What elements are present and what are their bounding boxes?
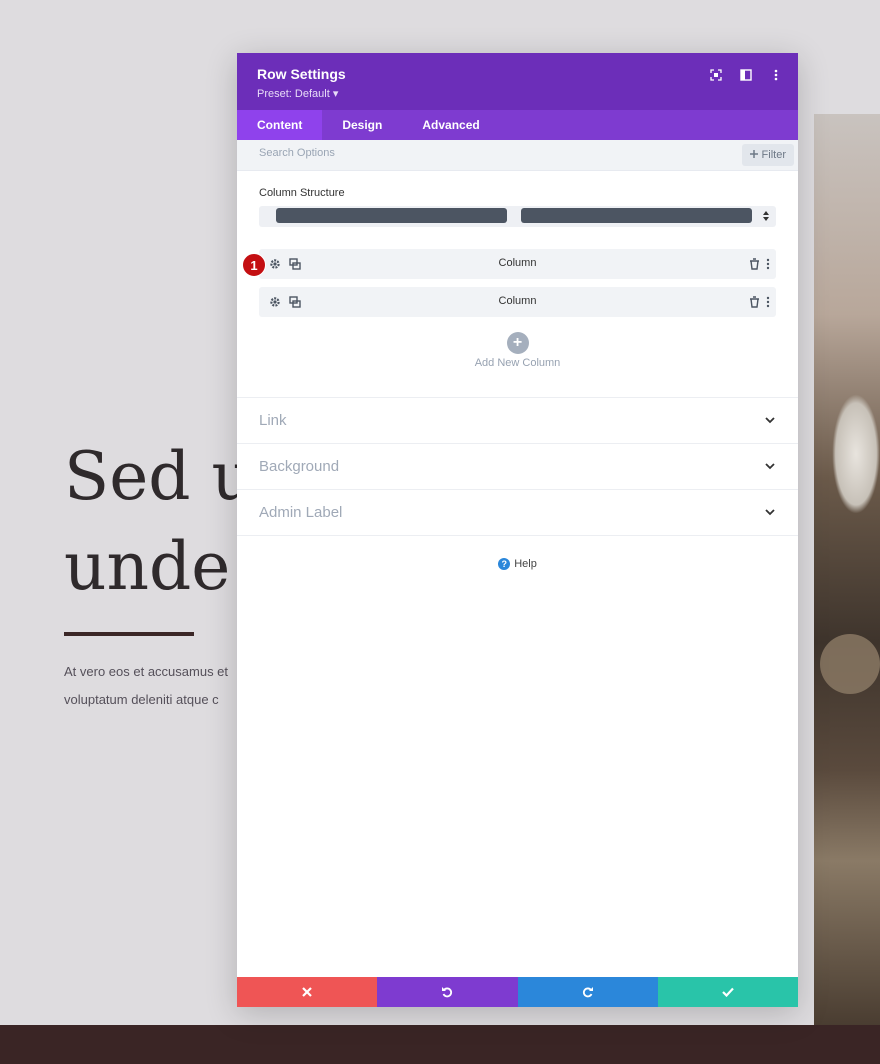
- help-link[interactable]: ? Help: [237, 558, 798, 570]
- background-photo: [814, 114, 880, 1025]
- filter-label: Filter: [761, 149, 786, 161]
- toggle-label: Background: [259, 458, 340, 475]
- settings-toggles: Link Background Admin Label: [237, 397, 798, 536]
- modal-title: Row Settings: [257, 66, 346, 82]
- plus-icon: [749, 149, 758, 161]
- column-label: Column: [498, 257, 537, 269]
- chevron-down-icon: [765, 463, 775, 470]
- toggle-admin-label[interactable]: Admin Label: [237, 489, 798, 535]
- toggle-background[interactable]: Background: [237, 443, 798, 489]
- undo-button[interactable]: [377, 977, 518, 1007]
- column-structure-label: Column Structure: [259, 187, 345, 199]
- tab-advanced[interactable]: Advanced: [402, 110, 499, 140]
- trash-icon[interactable]: [749, 295, 760, 313]
- close-icon: [302, 987, 312, 997]
- column-item[interactable]: 1 Column: [242, 249, 776, 279]
- add-new-column-button[interactable]: + Add New Column: [259, 332, 776, 369]
- tab-design[interactable]: Design: [322, 110, 402, 140]
- more-vertical-icon[interactable]: [768, 67, 784, 83]
- modal-header[interactable]: Row Settings Preset: Default ▾: [237, 53, 798, 110]
- preset-dropdown[interactable]: Preset: Default ▾: [257, 87, 338, 100]
- toggle-label: Link: [259, 412, 287, 429]
- column-bar: [521, 208, 752, 223]
- chevron-down-icon: [765, 509, 775, 516]
- screenshot-icon[interactable]: [708, 67, 724, 83]
- save-button[interactable]: [657, 977, 798, 1007]
- column-bar: [276, 208, 507, 223]
- column-item[interactable]: Column: [259, 287, 776, 317]
- tab-bar: Content Design Advanced: [237, 110, 798, 140]
- check-icon: [722, 987, 734, 997]
- toggle-link[interactable]: Link: [237, 397, 798, 443]
- select-stepper-icon: [763, 211, 769, 221]
- add-new-column-label: Add New Column: [474, 357, 561, 369]
- toggle-label: Admin Label: [259, 504, 343, 521]
- trash-icon[interactable]: [749, 257, 760, 275]
- modal-footer: [237, 977, 798, 1007]
- more-vertical-icon[interactable]: [766, 257, 770, 275]
- redo-icon: [582, 987, 593, 998]
- redo-button[interactable]: [517, 977, 658, 1007]
- plus-circle-icon: +: [506, 332, 529, 354]
- more-vertical-icon[interactable]: [766, 295, 770, 313]
- page-footer-band: [0, 1025, 880, 1064]
- search-input[interactable]: [259, 147, 699, 159]
- chevron-down-icon: [765, 417, 775, 424]
- tab-content[interactable]: Content: [237, 110, 323, 140]
- help-icon: ?: [498, 558, 511, 570]
- row-settings-modal: Row Settings Preset: Default ▾ Content D…: [237, 53, 798, 1007]
- content-section: Column Structure 1 Column Column + Add N…: [237, 171, 798, 369]
- heading-divider: [64, 632, 194, 636]
- cancel-button[interactable]: [237, 977, 378, 1007]
- undo-icon: [442, 987, 453, 998]
- help-label: Help: [514, 558, 537, 570]
- filter-button[interactable]: Filter: [741, 144, 794, 166]
- split-view-icon[interactable]: [738, 67, 754, 83]
- column-structure-select[interactable]: [259, 206, 776, 227]
- search-bar: Filter: [237, 140, 798, 171]
- column-label: Column: [498, 295, 537, 307]
